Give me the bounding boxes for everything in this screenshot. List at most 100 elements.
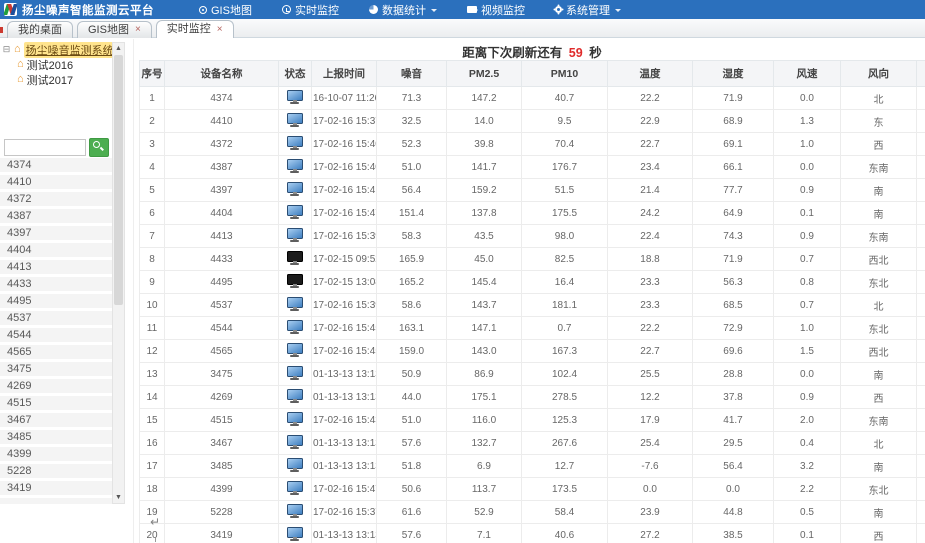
table-row[interactable]: 8443317-02-15 09:52:37165.945.082.518.87…: [140, 248, 925, 271]
device-list-item[interactable]: 4372: [0, 192, 112, 206]
cell-no: 18: [140, 478, 165, 501]
device-list-item[interactable]: 5228: [0, 464, 112, 478]
cell-no: 13: [140, 363, 165, 386]
cell-hum: 44.8: [693, 501, 774, 524]
tab-realtime[interactable]: 实时监控×: [156, 20, 234, 38]
device-list-item[interactable]: 4433: [0, 277, 112, 291]
cell-no: 17: [140, 455, 165, 478]
cell-status: [279, 179, 312, 202]
nav-item-statistics[interactable]: 数据统计: [354, 0, 452, 19]
table-row[interactable]: 4438717-02-16 15:40:1151.0141.7176.723.4…: [140, 156, 925, 179]
device-list-item[interactable]: 4410: [0, 175, 112, 189]
cell-time: 17-02-16 15:37:00: [312, 501, 377, 524]
table-row[interactable]: 3437217-02-16 15:40:0052.339.870.422.769…: [140, 133, 925, 156]
tree-node-label: 测试2016: [27, 57, 73, 73]
cell-no: 15: [140, 409, 165, 432]
table-row[interactable]: 1437416-10-07 11:26:0271.3147.240.722.27…: [140, 87, 925, 110]
refresh-suffix: 秒: [589, 46, 602, 60]
cell-pm10: 125.3: [522, 409, 608, 432]
table-row[interactable]: 7441317-02-16 15:39:2858.343.598.022.474…: [140, 225, 925, 248]
table-row[interactable]: 20341901-13-13 13:13:1357.67.140.627.238…: [140, 524, 925, 543]
close-icon[interactable]: ×: [135, 25, 141, 35]
nav-item-system[interactable]: 系统管理: [540, 0, 636, 19]
cell-wind: 1.3: [774, 110, 841, 133]
cell-pm25: 113.7: [447, 478, 522, 501]
device-list-item[interactable]: 3475: [0, 362, 112, 376]
scroll-down-arrow[interactable]: ▼: [113, 492, 124, 503]
cell-device-name: 4537: [165, 294, 279, 317]
cell-dir: 东北: [841, 478, 917, 501]
device-list-item[interactable]: 4495: [0, 294, 112, 308]
table-row[interactable]: 19522817-02-16 15:37:0061.652.958.423.94…: [140, 501, 925, 524]
device-list-item[interactable]: 4544: [0, 328, 112, 342]
search-button[interactable]: [89, 138, 109, 157]
device-list-item[interactable]: 4399: [0, 447, 112, 461]
cell-noise: 58.6: [377, 294, 447, 317]
table-row[interactable]: 16346701-13-13 13:13:1357.6132.7267.625.…: [140, 432, 925, 455]
collapse-icon[interactable]: ⊟: [2, 45, 11, 54]
left-edge-marker: [0, 27, 3, 33]
close-icon[interactable]: ×: [217, 25, 223, 35]
table-row[interactable]: 10453717-02-16 15:39:3458.6143.7181.123.…: [140, 294, 925, 317]
cell-pm10: 9.5: [522, 110, 608, 133]
table-row[interactable]: 12456517-02-16 15:45:24159.0143.0167.322…: [140, 340, 925, 363]
table-row[interactable]: 11454417-02-16 15:45:59163.1147.10.722.2…: [140, 317, 925, 340]
scroll-up-arrow[interactable]: ▲: [113, 43, 124, 54]
cell-device-name: 5228: [165, 501, 279, 524]
cell-pm10: 175.5: [522, 202, 608, 225]
nav-item-label: 数据统计: [382, 2, 426, 18]
device-list-item[interactable]: 4537: [0, 311, 112, 325]
cell-time: 17-02-16 15:40:00: [312, 133, 377, 156]
brand-logo-icon: [4, 3, 17, 16]
device-list-item[interactable]: 4413: [0, 260, 112, 274]
device-list-item[interactable]: 3419: [0, 481, 112, 495]
cell-dir: 南: [841, 363, 917, 386]
device-list-item[interactable]: 3485: [0, 430, 112, 444]
nav-item-video[interactable]: 视频监控: [452, 0, 540, 19]
table-row[interactable]: 15451517-02-16 15:43:1051.0116.0125.317.…: [140, 409, 925, 432]
scroll-thumb[interactable]: [114, 55, 123, 305]
tab-desktop[interactable]: 我的桌面: [7, 21, 73, 38]
cell-time: 01-13-13 13:13:13: [312, 363, 377, 386]
cell-status: [279, 294, 312, 317]
table-row[interactable]: 5439717-02-16 15:41:0156.4159.251.521.47…: [140, 179, 925, 202]
cell-no: 5: [140, 179, 165, 202]
device-list-item[interactable]: 3467: [0, 413, 112, 427]
table-row[interactable]: 9449517-02-15 13:08:14165.2145.416.423.3…: [140, 271, 925, 294]
device-list-item-partial[interactable]: [0, 498, 112, 504]
device-list-item[interactable]: 4387: [0, 209, 112, 223]
nav-item-realtime[interactable]: 实时监控: [267, 0, 354, 19]
cell-time: 17-02-16 15:47:45: [312, 478, 377, 501]
cell-extra: [917, 501, 925, 524]
device-list-item[interactable]: 4404: [0, 243, 112, 257]
table-row[interactable]: 18439917-02-16 15:47:4550.6113.7173.50.0…: [140, 478, 925, 501]
device-list-item[interactable]: 4515: [0, 396, 112, 410]
table-row[interactable]: 17348501-13-13 13:13:1351.86.912.7-7.656…: [140, 455, 925, 478]
device-list-item[interactable]: 4565: [0, 345, 112, 359]
device-list-item[interactable]: 4374: [0, 158, 112, 172]
tab-gis-map[interactable]: GIS地图×: [77, 21, 152, 38]
cell-noise: 51.8: [377, 455, 447, 478]
monitor-status-icon: [287, 389, 303, 400]
table-row[interactable]: 14426901-13-13 13:13:1344.0175.1278.512.…: [140, 386, 925, 409]
device-list-item[interactable]: 4269: [0, 379, 112, 393]
nav-item-gis-map[interactable]: GIS地图: [184, 0, 267, 19]
cell-status: [279, 363, 312, 386]
search-input[interactable]: [4, 139, 86, 156]
cell-device-name: 4269: [165, 386, 279, 409]
cell-hum: 28.8: [693, 363, 774, 386]
cell-extra: [917, 179, 925, 202]
cell-temp: 23.9: [608, 501, 693, 524]
monitor-status-icon: [287, 320, 303, 331]
cell-pm25: 132.7: [447, 432, 522, 455]
cell-pm10: 51.5: [522, 179, 608, 202]
cell-pm25: 52.9: [447, 501, 522, 524]
table-row[interactable]: 13347501-13-13 13:13:1350.986.9102.425.5…: [140, 363, 925, 386]
cell-temp: 22.7: [608, 133, 693, 156]
cell-noise: 163.1: [377, 317, 447, 340]
cell-pm25: 159.2: [447, 179, 522, 202]
cell-status: [279, 225, 312, 248]
table-row[interactable]: 2441017-02-16 15:37:3832.514.09.522.968.…: [140, 110, 925, 133]
table-row[interactable]: 6440417-02-16 15:47:54151.4137.8175.524.…: [140, 202, 925, 225]
device-list-item[interactable]: 4397: [0, 226, 112, 240]
